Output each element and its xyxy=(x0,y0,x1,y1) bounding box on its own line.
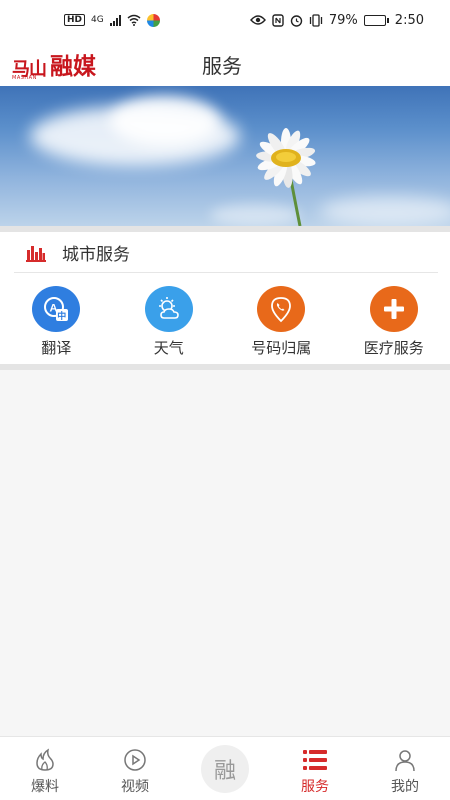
nav-label: 服务 xyxy=(301,779,329,795)
nav-item-services[interactable]: 服务 xyxy=(270,737,360,800)
status-left: HD 4G xyxy=(64,13,160,27)
service-translate[interactable]: A 中 翻译 xyxy=(0,286,113,358)
phone-location-icon[interactable] xyxy=(257,286,306,332)
nav-item-center[interactable]: 融 xyxy=(180,737,270,800)
center-logo-icon: 融 xyxy=(201,745,249,793)
flame-icon xyxy=(32,747,58,773)
hd-indicator: HD xyxy=(64,14,86,26)
nav-item-mine[interactable]: 我的 xyxy=(360,737,450,800)
service-phone-location[interactable]: 号码归属 xyxy=(225,286,338,358)
nav-label: 视频 xyxy=(121,779,149,795)
eye-icon xyxy=(249,15,266,25)
clock: 2:50 xyxy=(394,12,424,28)
nav-item-video[interactable]: 视频 xyxy=(90,737,180,800)
weather-icon[interactable] xyxy=(144,286,193,332)
battery-icon xyxy=(363,14,389,26)
bottom-nav: 爆料 视频 融 服务 我的 xyxy=(0,736,450,800)
wifi-icon xyxy=(127,14,141,26)
user-icon xyxy=(392,747,418,773)
svg-text:中: 中 xyxy=(58,310,67,322)
service-label: 天气 xyxy=(153,339,184,357)
city-services-header: 城市服务 xyxy=(14,232,438,273)
services-grid: A 中 翻译 天气 号码归属 医疗服务 xyxy=(0,286,450,358)
empty-content-area xyxy=(0,370,450,736)
logo-subtext: MASHAN xyxy=(12,75,37,81)
play-icon xyxy=(122,747,148,773)
page-title: 服务 xyxy=(202,54,242,78)
nfc-icon xyxy=(272,13,284,27)
service-weather[interactable]: 天气 xyxy=(113,286,226,358)
app-header: 马山 MASHAN 融媒 服务 xyxy=(0,40,450,86)
status-right: 79% 2:50 xyxy=(249,12,424,28)
logo-mashan: 马山 MASHAN xyxy=(12,61,47,82)
medical-plus-icon[interactable] xyxy=(369,286,418,332)
logo-rongmei: 融媒 xyxy=(50,53,96,80)
city-buildings-icon xyxy=(26,246,46,262)
service-label: 翻译 xyxy=(41,339,72,357)
list-icon xyxy=(302,747,328,773)
app-notification-icon xyxy=(146,13,160,27)
service-label: 号码归属 xyxy=(251,339,312,357)
service-medical[interactable]: 医疗服务 xyxy=(338,286,450,358)
city-services-card: 城市服务 A 中 翻译 天气 号码归属 医疗服务 xyxy=(0,232,450,364)
status-bar: HD 4G 79% 2:50 xyxy=(0,0,450,40)
city-services-title: 城市服务 xyxy=(62,244,130,265)
network-type: 4G xyxy=(91,15,104,25)
nav-item-baoliao[interactable]: 爆料 xyxy=(0,737,90,800)
signal-icon xyxy=(109,14,121,26)
service-label: 医疗服务 xyxy=(363,339,424,357)
banner-image[interactable] xyxy=(0,86,450,226)
daisy-flower-image xyxy=(256,128,316,226)
nav-label: 爆料 xyxy=(31,779,59,795)
app-logo: 马山 MASHAN 融媒 xyxy=(12,47,122,82)
alarm-icon xyxy=(290,14,303,27)
battery-percent: 79% xyxy=(328,12,358,28)
nav-label: 我的 xyxy=(391,779,419,795)
translate-icon[interactable]: A 中 xyxy=(32,286,81,332)
vibrate-icon xyxy=(309,13,323,27)
